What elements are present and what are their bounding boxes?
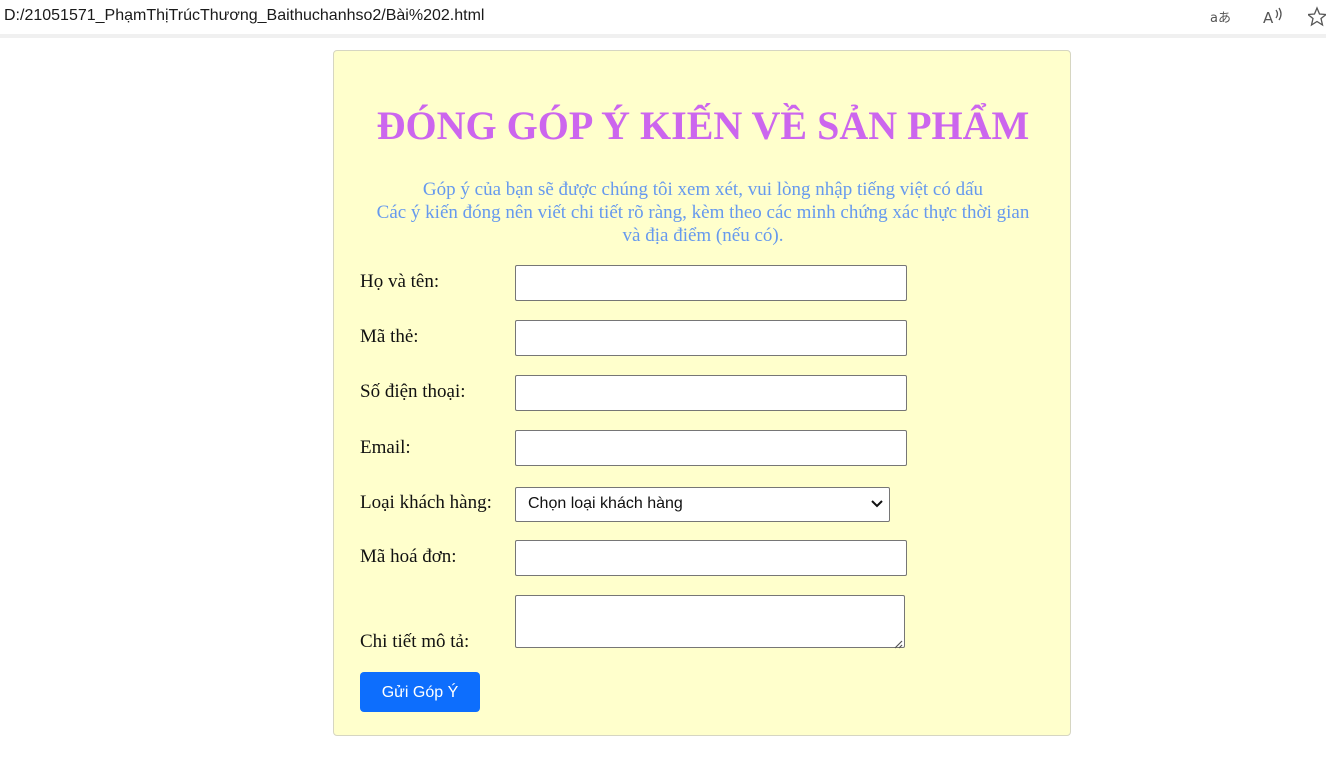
resize-handle-icon[interactable] bbox=[893, 636, 903, 649]
customer-type-selected: Chọn loại khách hàng bbox=[528, 495, 683, 512]
customer-type-label: Loại khách hàng: bbox=[360, 492, 492, 513]
svg-text:A: A bbox=[1263, 9, 1274, 27]
chevron-down-icon bbox=[869, 494, 885, 514]
phone-field[interactable] bbox=[515, 375, 907, 411]
browser-address-bar[interactable]: D:/21051571_PhạmThịTrúcThương_Baithuchan… bbox=[0, 0, 1326, 38]
phone-label: Số điện thoại: bbox=[360, 381, 466, 402]
description-line: Các ý kiến đóng nên viết chi tiết rõ ràn… bbox=[376, 202, 1030, 223]
email-label: Email: bbox=[360, 437, 411, 458]
description-line: và địa điểm (nếu có). bbox=[622, 225, 784, 246]
description-line: Góp ý của bạn sẽ được chúng tôi xem xét,… bbox=[422, 179, 984, 200]
fullname-field[interactable] bbox=[515, 265, 907, 301]
invoice-id-field[interactable] bbox=[515, 540, 907, 576]
form-description: Góp ý của bạn sẽ được chúng tôi xem xét,… bbox=[354, 178, 1052, 247]
translate-icon[interactable]: a あ bbox=[1209, 6, 1231, 28]
fullname-label: Họ và tên: bbox=[360, 271, 440, 292]
submit-feedback-button[interactable]: Gửi Góp Ý bbox=[360, 672, 480, 712]
customer-type-select[interactable]: Chọn loại khách hàng bbox=[515, 487, 890, 522]
form-title: ĐÓNG GÓP Ý KIẾN VỀ SẢN PHẨM bbox=[376, 103, 1030, 148]
details-label: Chi tiết mô tả: bbox=[360, 631, 470, 652]
invoice-id-label: Mã hoá đơn: bbox=[360, 546, 457, 567]
read-aloud-icon[interactable]: A bbox=[1262, 6, 1284, 28]
url-text[interactable]: D:/21051571_PhạmThịTrúcThương_Baithuchan… bbox=[4, 7, 484, 25]
card-id-field[interactable] bbox=[515, 320, 907, 356]
svg-text:a: a bbox=[1210, 11, 1218, 26]
feedback-form: ĐÓNG GÓP Ý KIẾN VỀ SẢN PHẨM Góp ý của bạ… bbox=[333, 50, 1071, 736]
details-textarea[interactable] bbox=[515, 595, 905, 649]
favorite-star-icon[interactable] bbox=[1306, 6, 1326, 28]
email-field[interactable] bbox=[515, 430, 907, 466]
svg-text:あ: あ bbox=[1218, 11, 1231, 26]
card-id-label: Mã thẻ: bbox=[360, 326, 419, 347]
